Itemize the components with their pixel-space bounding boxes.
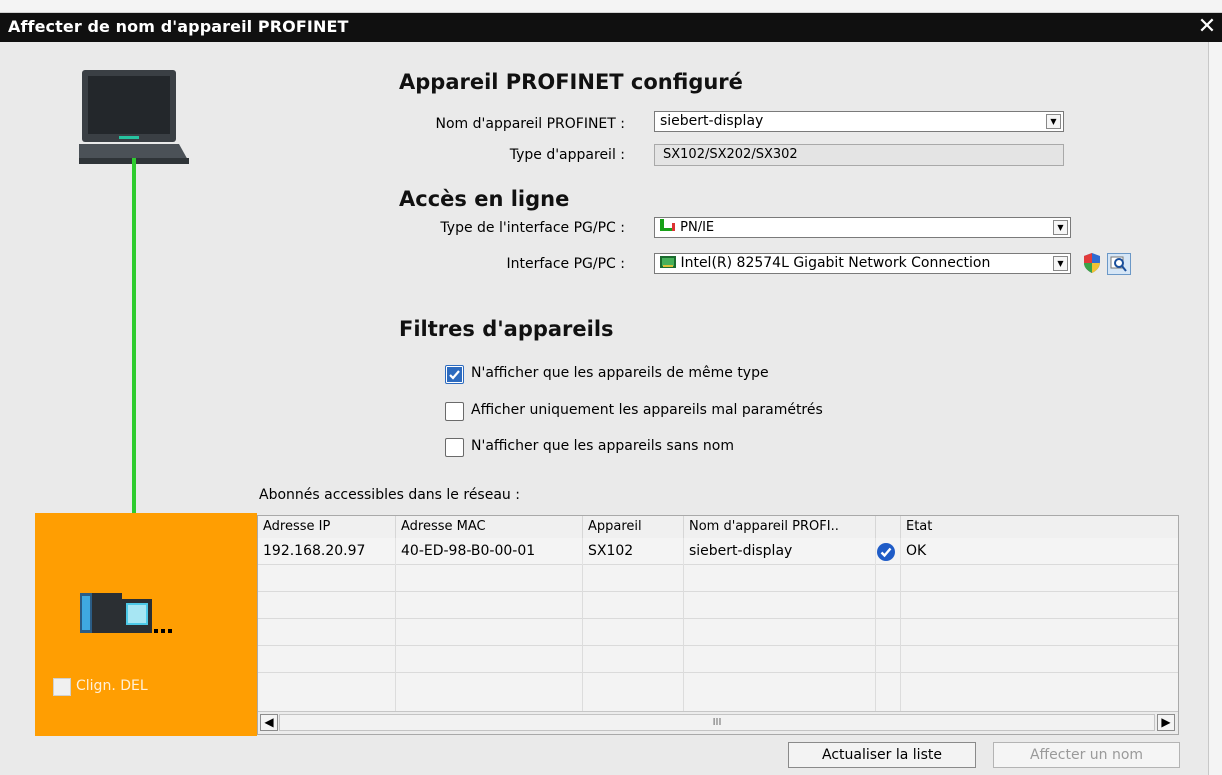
interface-type-value: PN/IE <box>680 220 715 235</box>
table-header: Adresse IP Adresse MAC Appareil Nom d'ap… <box>258 516 1178 539</box>
device-name-label: Nom d'appareil PROFINET : <box>435 116 626 132</box>
horizontal-scrollbar[interactable]: ◀ III ▶ <box>258 711 1178 734</box>
column-header-ip[interactable]: Adresse IP <box>258 516 396 538</box>
column-header-mac[interactable]: Adresse MAC <box>396 516 583 538</box>
network-card-icon <box>660 256 676 268</box>
scroll-thumb[interactable]: III <box>279 714 1155 731</box>
interface-type-combo[interactable]: PN/IE ▼ <box>654 217 1071 238</box>
interface-value: Intel(R) 82574L Gigabit Network Connecti… <box>680 255 991 271</box>
table-row-empty <box>258 592 1178 619</box>
close-button[interactable]: ✕ <box>1194 14 1220 40</box>
device-type-field: SX102/SX202/SX302 <box>654 144 1064 166</box>
device-name-value: siebert-display <box>660 113 764 129</box>
online-access-heading: Accès en ligne <box>399 187 570 211</box>
device-type-label: Type d'appareil : <box>509 147 625 163</box>
refresh-list-button[interactable]: Actualiser la liste <box>788 742 976 768</box>
chevron-down-icon[interactable]: ▼ <box>1046 114 1061 129</box>
chevron-down-icon[interactable]: ▼ <box>1053 220 1068 235</box>
device-type-value: SX102/SX202/SX302 <box>663 147 798 162</box>
pn-ie-network-icon <box>660 219 675 231</box>
blink-led-label: Clign. DEL <box>76 678 148 694</box>
interface-type-label: Type de l'interface PG/PC : <box>440 220 625 236</box>
pg-pc-laptop-icon <box>79 70 189 164</box>
configured-device-heading: Appareil PROFINET configuré <box>399 70 743 94</box>
column-divider <box>875 565 876 712</box>
check-icon <box>877 543 895 561</box>
interface-properties-button[interactable] <box>1107 253 1131 275</box>
column-header-status-icon[interactable] <box>876 516 901 538</box>
cell-status: OK <box>906 543 927 559</box>
accessible-nodes-caption: Abonnés accessibles dans le réseau : <box>259 487 520 503</box>
table-row-empty <box>258 673 1178 712</box>
dialog-title: Affecter de nom d'appareil PROFINET <box>8 17 349 36</box>
column-divider <box>582 565 583 712</box>
column-header-device[interactable]: Appareil <box>583 516 684 538</box>
background-window-edge <box>1208 42 1222 775</box>
filter-misconfigured-label: Afficher uniquement les appareils mal pa… <box>471 402 823 418</box>
scroll-left-button[interactable]: ◀ <box>260 714 278 731</box>
filter-unnamed-label: N'afficher que les appareils sans nom <box>471 438 734 454</box>
column-header-name[interactable]: Nom d'appareil PROFI.. <box>684 516 876 538</box>
cell-status-icon <box>876 538 901 565</box>
chevron-left-icon: ◀ <box>264 715 274 729</box>
scroll-thumb-grip: III <box>712 717 722 728</box>
profinet-device-icon <box>80 593 172 633</box>
close-icon: ✕ <box>1197 14 1217 39</box>
filter-same-type-checkbox[interactable] <box>445 365 464 384</box>
cell-ip: 192.168.20.97 <box>258 538 396 565</box>
interface-label: Interface PG/PC : <box>506 256 625 272</box>
table-row[interactable]: 192.168.20.97 40-ED-98-B0-00-01 SX102 si… <box>258 538 1178 565</box>
assign-name-button[interactable]: Affecter un nom <box>993 742 1180 768</box>
column-header-status[interactable]: Etat <box>901 516 1178 538</box>
column-divider <box>900 565 901 712</box>
magnifier-icon <box>1110 256 1127 272</box>
chevron-right-icon: ▶ <box>1161 715 1171 729</box>
table-row-empty <box>258 619 1178 646</box>
background-window-strip <box>0 0 1222 13</box>
table-row-empty <box>258 646 1178 673</box>
cell-device-name: siebert-display <box>684 538 876 565</box>
filter-unnamed-checkbox[interactable] <box>445 438 464 457</box>
accessible-nodes-table: Adresse IP Adresse MAC Appareil Nom d'ap… <box>257 515 1179 735</box>
scroll-right-button[interactable]: ▶ <box>1157 714 1175 731</box>
blink-led-checkbox[interactable] <box>53 678 71 696</box>
device-name-combo[interactable]: siebert-display ▼ <box>654 111 1064 132</box>
table-row-empty <box>258 565 1178 592</box>
shield-icon[interactable] <box>1082 252 1102 274</box>
filter-misconfigured-checkbox[interactable] <box>445 402 464 421</box>
interface-combo[interactable]: Intel(R) 82574L Gigabit Network Connecti… <box>654 253 1071 274</box>
chevron-down-icon[interactable]: ▼ <box>1053 256 1068 271</box>
device-filters-heading: Filtres d'appareils <box>399 317 614 341</box>
column-divider <box>395 565 396 712</box>
cell-device: SX102 <box>583 538 684 565</box>
cell-mac: 40-ED-98-B0-00-01 <box>396 538 583 565</box>
checkmark-icon <box>447 367 462 382</box>
filter-same-type-label: N'afficher que les appareils de même typ… <box>471 365 769 381</box>
column-divider <box>683 565 684 712</box>
title-bar: Affecter de nom d'appareil PROFINET ✕ <box>0 0 1222 42</box>
